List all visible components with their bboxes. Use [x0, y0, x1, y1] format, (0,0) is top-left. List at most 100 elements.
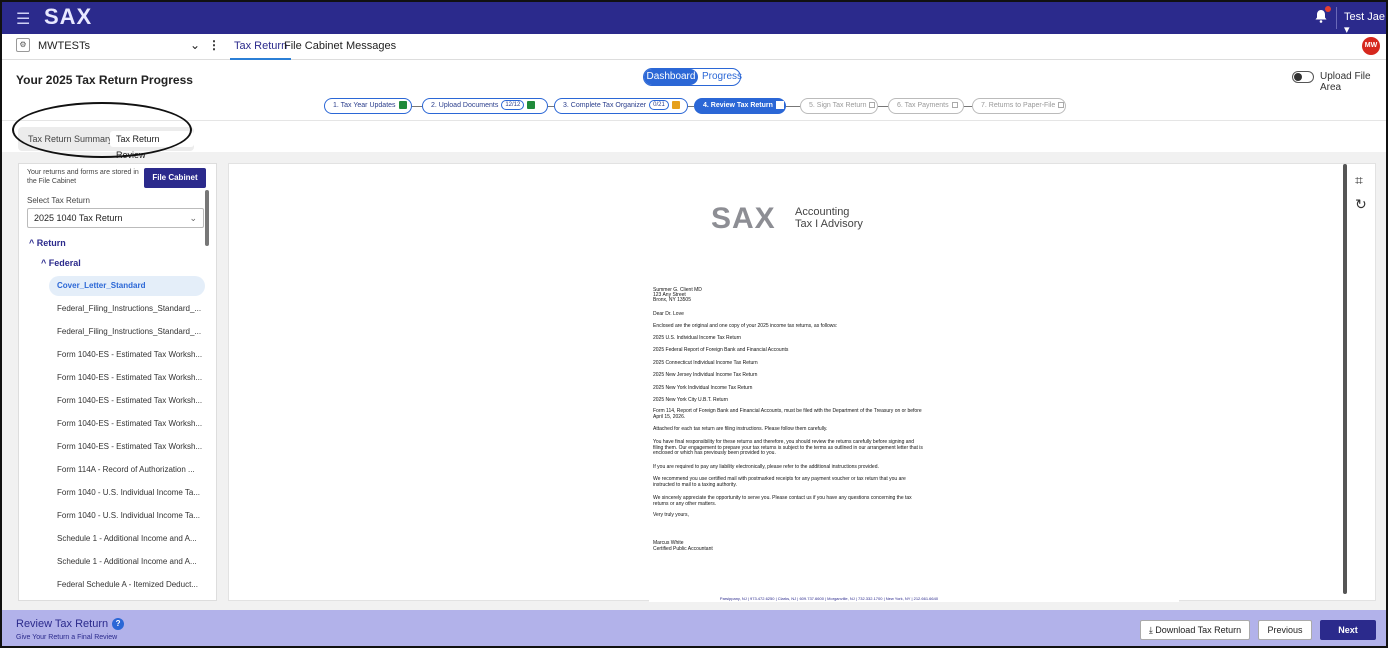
- list-item[interactable]: Federal_Filing_Instructions_Standard_...: [49, 299, 205, 319]
- avatar[interactable]: MW: [1362, 37, 1380, 55]
- sub-navigation: ⚙ MWTESTs ⌄ ⋮ Tax Return File Cabinet Me…: [2, 34, 1386, 60]
- view-toggle: Dashboard Progress: [643, 68, 742, 86]
- file-cabinet-button[interactable]: File Cabinet: [144, 168, 206, 188]
- return-list-item: 2025 New York City U.B.T. Return: [653, 397, 729, 403]
- letter-paragraph: We recommend you use certified mail with…: [653, 476, 906, 488]
- document-footer: Parsippany, NJ | 973.472.6250 | Clarks, …: [719, 596, 939, 601]
- footer-bar: Review Tax Return? Give Your Return a Fi…: [2, 610, 1386, 646]
- upload-file-area-toggle[interactable]: [1292, 71, 1314, 83]
- notification-badge: [1325, 6, 1331, 12]
- collapse-icon: ^: [29, 238, 37, 248]
- tree-node-federal[interactable]: ^ Federal: [41, 258, 81, 268]
- step-label: 7. Returns to Paper-File: [981, 102, 1056, 109]
- hamburger-icon[interactable]: ☰: [16, 9, 30, 29]
- list-item[interactable]: Form 1040-ES - Estimated Tax Worksh...: [49, 391, 205, 411]
- upload-file-area-label: Upload File Area: [1320, 71, 1371, 93]
- step-label: 4. Review Tax Return: [703, 102, 773, 109]
- return-list-item: 2025 New York Individual Income Tax Retu…: [653, 385, 753, 391]
- pending-icon: [1058, 102, 1065, 109]
- list-item[interactable]: Form 1040-ES - Estimated Tax Worksh...: [49, 345, 205, 365]
- more-options-icon[interactable]: ⋮: [208, 38, 220, 52]
- list-item[interactable]: Form 1040 - U.S. Individual Income Ta...: [49, 483, 205, 503]
- tree-node-return[interactable]: ^ Return: [29, 238, 66, 248]
- tree-label: Federal: [48, 258, 81, 268]
- next-button[interactable]: Next: [1320, 620, 1376, 640]
- address-line: Bronx, NY 13505: [653, 297, 691, 303]
- list-item[interactable]: Form 1040-ES - Estimated Tax Worksh...: [49, 414, 205, 434]
- salutation: Dear Dr. Love: [653, 311, 684, 317]
- scrollbar[interactable]: [205, 190, 209, 246]
- letter-paragraph: Form 114, Report of Foreign Bank and Fin…: [653, 408, 922, 420]
- scrollbar-track: [1343, 164, 1347, 594]
- progress-toggle[interactable]: Progress: [702, 69, 742, 85]
- toggle-knob: [1294, 73, 1302, 81]
- step-subtitle: Give Your Return a Final Review: [16, 634, 118, 641]
- step-title: Review Tax Return?: [16, 618, 125, 630]
- recipient-address: Summer G. Client MD 123 Any Street Bronx…: [653, 288, 702, 303]
- current-step-icon: [775, 101, 784, 110]
- list-item[interactable]: Schedule 1 - Additional Income and A...: [49, 552, 205, 572]
- download-tax-return-button[interactable]: ⤓ Download Tax Return: [1140, 620, 1250, 640]
- rotate-icon[interactable]: ↻: [1355, 196, 1367, 213]
- step-sign-tax-return[interactable]: 5. Sign Tax Return: [800, 98, 878, 114]
- return-list-item: 2025 Federal Report of Foreign Bank and …: [653, 347, 789, 353]
- client-selector[interactable]: ⚙ MWTESTs ⌄ ⋮: [16, 38, 220, 56]
- step-complete-tax-organizer[interactable]: 3. Complete Tax Organizer 0/21: [554, 98, 688, 114]
- tab-tax-return[interactable]: Tax Return: [229, 40, 292, 60]
- step-count: 12/12: [501, 100, 525, 111]
- list-item[interactable]: Schedule 1 - Additional Income and A...: [49, 529, 205, 549]
- app-logo: SAX: [44, 4, 93, 29]
- list-item[interactable]: Federal_Filing_Instructions_Standard_...: [49, 322, 205, 342]
- chevron-down-icon[interactable]: ⌄: [190, 38, 200, 52]
- list-item[interactable]: Form 1040 - U.S. Individual Income Ta...: [49, 506, 205, 526]
- list-item[interactable]: Form 1040-ES - Estimated Tax Worksh...: [49, 437, 205, 457]
- settings-icon: ⚙: [16, 38, 30, 52]
- help-icon[interactable]: ?: [112, 618, 125, 630]
- bell-icon[interactable]: [1314, 6, 1331, 23]
- tab-file-cabinet[interactable]: File Cabinet: [284, 40, 343, 52]
- step-label: 1. Tax Year Updates: [333, 102, 396, 109]
- pending-icon: [869, 102, 876, 109]
- previous-button[interactable]: Previous: [1258, 620, 1312, 640]
- tab-messages[interactable]: Messages: [346, 40, 396, 52]
- tax-return-select[interactable]: 2025 1040 Tax Return ⌄: [27, 208, 204, 228]
- fit-page-icon[interactable]: ⌗: [1355, 172, 1363, 189]
- letter-paragraph: Attached for each tax return are filing …: [653, 426, 828, 432]
- step-label: 5. Sign Tax Return: [809, 102, 867, 109]
- step-returns-to-paper-file[interactable]: 7. Returns to Paper-File: [972, 98, 1066, 114]
- divider: [1336, 7, 1337, 29]
- top-bar: ☰ SAX Test Jae ▾: [2, 2, 1386, 36]
- chevron-down-icon: ⌄: [189, 213, 197, 223]
- selected-return: 2025 1040 Tax Return: [34, 213, 123, 223]
- return-list-item: 2025 Connecticut Individual Income Tax R…: [653, 360, 758, 366]
- document-page: SAX Accounting Tax I Advisory Summer G. …: [649, 176, 1179, 602]
- collapse-icon: ^: [41, 258, 49, 268]
- letter-paragraph: We sincerely appreciate the opportunity …: [653, 495, 912, 507]
- signer-title: Certified Public Accountant: [653, 546, 713, 552]
- user-menu[interactable]: Test Jae ▾: [1344, 11, 1386, 36]
- highlight-annotation: [12, 102, 192, 158]
- list-item[interactable]: Form 114A - Record of Authorization ...: [49, 460, 205, 480]
- document-viewer: SAX Accounting Tax I Advisory Summer G. …: [228, 163, 1376, 602]
- tagline-tax-advisory: Tax I Advisory: [795, 218, 863, 230]
- step-tax-payments[interactable]: 6. Tax Payments: [888, 98, 964, 114]
- letter-paragraph: Enclosed are the original and one copy o…: [653, 323, 838, 329]
- list-item[interactable]: Form 1040-ES - Estimated Tax Worksh...: [49, 368, 205, 388]
- app-window: ☰ SAX Test Jae ▾ ⚙ MWTESTs ⌄ ⋮ Tax Retur…: [0, 0, 1388, 648]
- step-review-tax-return[interactable]: 4. Review Tax Return: [694, 98, 786, 114]
- step-tax-year-updates[interactable]: 1. Tax Year Updates: [324, 98, 412, 114]
- tree-label: Return: [36, 238, 66, 248]
- document-tagline: Accounting Tax I Advisory: [795, 206, 863, 230]
- file-cabinet-note: Your returns and forms are stored in the…: [27, 169, 139, 185]
- step-connector: [412, 106, 422, 107]
- list-item[interactable]: Cover_Letter_Standard: [49, 276, 205, 296]
- step-upload-documents[interactable]: 2. Upload Documents 12/12: [422, 98, 548, 114]
- select-return-label: Select Tax Return: [27, 196, 90, 205]
- step-count: 0/21: [649, 100, 669, 111]
- dashboard-toggle[interactable]: Dashboard: [644, 69, 698, 85]
- letter-paragraph: You have final responsibility for these …: [653, 439, 923, 456]
- document-scrollbar[interactable]: [1343, 164, 1349, 594]
- return-navigator: Your returns and forms are stored in the…: [18, 163, 217, 601]
- list-item[interactable]: Federal Schedule A - Itemized Deduct...: [49, 575, 205, 595]
- progress-header: Your 2025 Tax Return Progress Dashboard …: [2, 61, 1386, 121]
